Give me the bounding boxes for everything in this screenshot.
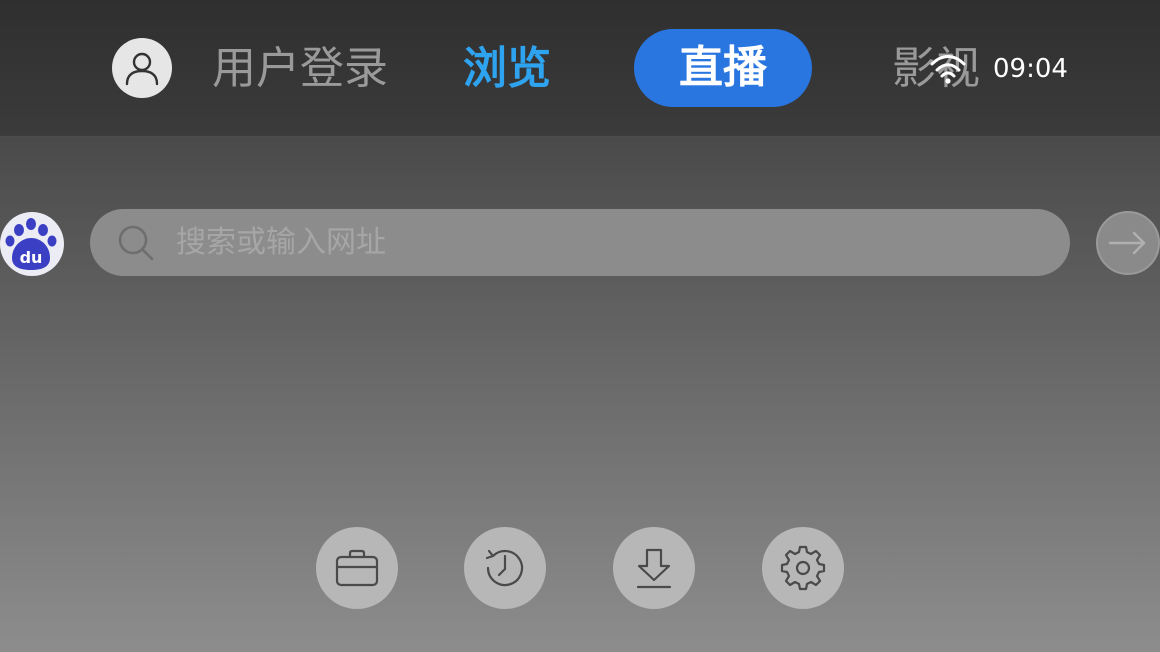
- search-input[interactable]: [176, 209, 1036, 276]
- download-button[interactable]: [613, 527, 695, 609]
- user-icon: [125, 52, 159, 86]
- history-button[interactable]: [464, 527, 546, 609]
- history-clock-icon: [485, 549, 524, 587]
- svg-text:du: du: [20, 248, 43, 267]
- paw-icon: du: [5, 218, 57, 270]
- wifi-icon: [930, 55, 966, 84]
- arrow-right-icon: [1108, 231, 1146, 255]
- top-navigation-bar: 用户登录 浏览 直播 影视 09:04: [0, 0, 1160, 137]
- nav-live[interactable]: 直播: [634, 29, 812, 107]
- files-button[interactable]: [316, 527, 398, 609]
- settings-button[interactable]: [762, 527, 844, 609]
- briefcase-icon: [335, 549, 379, 587]
- nav-user-login[interactable]: 用户登录: [212, 40, 388, 98]
- nav-browse[interactable]: 浏览: [463, 40, 551, 98]
- download-icon: [636, 548, 672, 589]
- search-bar[interactable]: [90, 209, 1070, 276]
- baidu-logo-icon[interactable]: du: [0, 212, 64, 276]
- gear-icon: [780, 545, 826, 591]
- search-icon: [118, 225, 154, 261]
- go-button[interactable]: [1096, 211, 1160, 275]
- status-clock: 09:04: [993, 54, 1068, 84]
- user-avatar[interactable]: [112, 38, 172, 98]
